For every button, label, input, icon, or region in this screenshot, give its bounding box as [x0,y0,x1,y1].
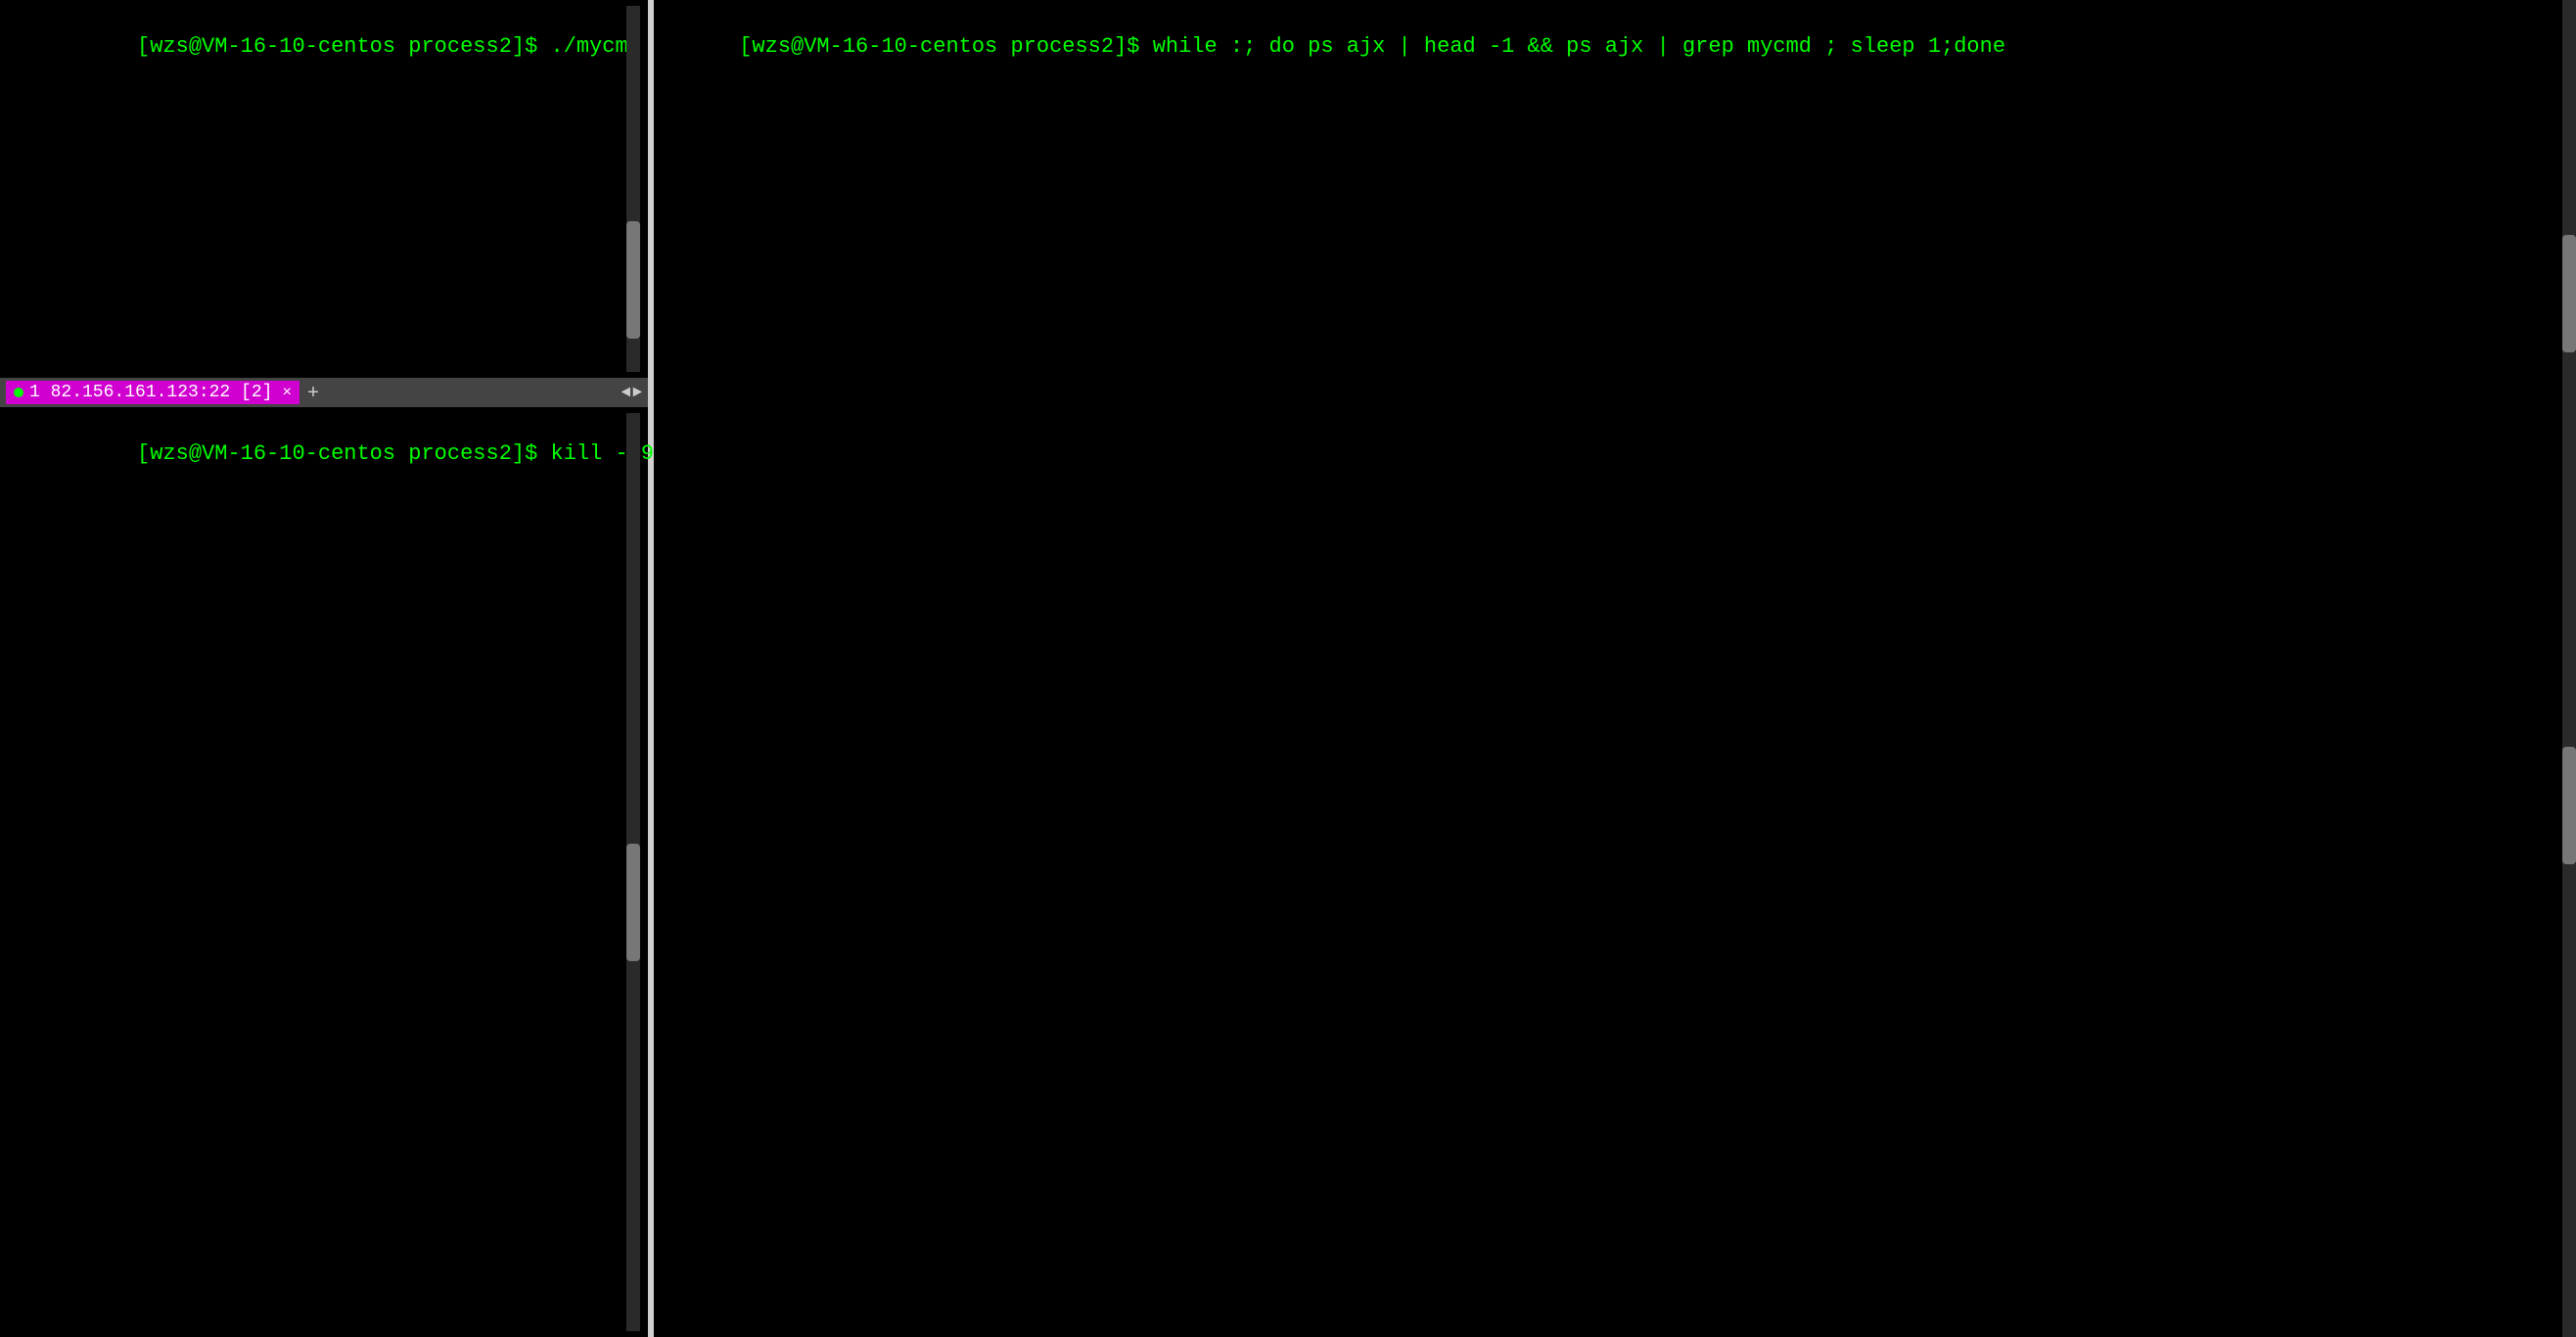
tmux-tab-bar: 1 82.156.161.123:22 [2] × + ◄ ► [0,378,648,407]
left-top-terminal-text: [wzs@VM-16-10-centos process2]$ ./mycmd [8,6,640,88]
left-top-terminal[interactable]: [wzs@VM-16-10-centos process2]$ ./mycmd [0,0,648,378]
left-bottom-terminal-text: [wzs@VM-16-10-centos process2]$ kill -19 [8,413,640,495]
left-top-scrollbar[interactable] [626,6,640,372]
tmux-nav-arrows: ◄ ► [621,384,642,401]
left-pane: [wzs@VM-16-10-centos process2]$ ./mycmd … [0,0,654,1337]
right-pane-scrollbar-thumb-top[interactable] [2562,235,2576,352]
tab-close-button[interactable]: × [282,384,292,401]
main-container: [wzs@VM-16-10-centos process2]$ ./mycmd … [0,0,2576,1337]
left-bottom-scrollbar[interactable] [626,413,640,1331]
tab-label: 1 82.156.161.123:22 [2] [29,383,272,402]
left-bottom-prompt: [wzs@VM-16-10-centos process2]$ kill -19 [137,441,667,466]
right-pane-scrollbar-bottom[interactable] [2562,668,2576,1337]
left-bottom-scrollbar-thumb[interactable] [626,844,640,961]
left-bottom-terminal[interactable]: [wzs@VM-16-10-centos process2]$ kill -19 [0,407,648,1337]
right-pane-scrollbar-thumb-bottom[interactable] [2562,747,2576,864]
left-top-prompt: [wzs@VM-16-10-centos process2]$ ./mycmd [137,34,654,59]
tab-active-dot [14,388,23,397]
right-pane[interactable]: [wzs@VM-16-10-centos process2]$ while :;… [654,0,2576,1337]
tab-add-button[interactable]: + [303,382,323,404]
left-top-scrollbar-thumb[interactable] [626,221,640,339]
right-pane-scrollbar-top[interactable] [2562,0,2576,668]
tmux-tab-1[interactable]: 1 82.156.161.123:22 [2] × [6,381,299,404]
arrow-right-icon[interactable]: ► [632,384,642,401]
right-pane-prompt: [wzs@VM-16-10-centos process2]$ while :;… [739,34,2005,59]
right-pane-terminal-text: [wzs@VM-16-10-centos process2]$ while :;… [662,6,2568,88]
arrow-left-icon[interactable]: ◄ [621,384,631,401]
